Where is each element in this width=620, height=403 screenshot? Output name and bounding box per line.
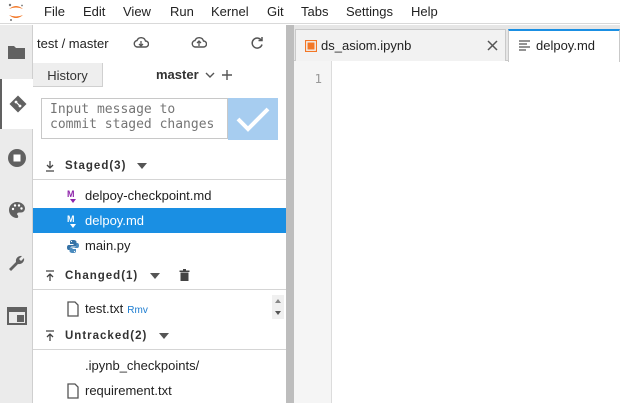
folder-name: .ipynb_checkpoints/ <box>85 358 200 373</box>
editor-content[interactable] <box>333 61 620 403</box>
trash-icon[interactable] <box>179 269 190 281</box>
file-name: requirement.txt <box>85 383 172 398</box>
menu-settings[interactable]: Settings <box>346 4 393 19</box>
file-name: test.txt Rmv <box>85 301 148 316</box>
current-branch[interactable]: master <box>156 67 199 82</box>
branch-tab[interactable]: master <box>102 63 286 87</box>
git-toolbar: test / master <box>33 25 286 61</box>
file-name: delpoy-checkpoint.md <box>85 188 212 203</box>
caret-down-icon[interactable] <box>150 273 160 279</box>
editor-area: ds_asiom.ipynb delpoy.md 1 <box>294 25 620 403</box>
untracked-folder-row[interactable]: .ipynb_checkpoints/ <box>33 353 286 378</box>
changed-file-row[interactable]: test.txt Rmv <box>33 296 286 321</box>
repository-path[interactable]: test / master <box>37 36 109 51</box>
tabs-tab[interactable] <box>0 291 33 341</box>
text-file-icon <box>519 40 530 51</box>
stop-circle-icon <box>7 149 26 167</box>
changed-section-header[interactable]: Changed(1) <box>33 264 286 290</box>
panel-splitter[interactable] <box>286 25 294 403</box>
untracked-section-header[interactable]: Untracked(2) <box>33 324 286 350</box>
scrollbar[interactable] <box>272 295 284 319</box>
chevron-down-icon[interactable] <box>205 72 215 79</box>
stage-all-icon[interactable] <box>45 270 55 282</box>
theme-tab[interactable] <box>0 185 33 235</box>
extension-tab[interactable] <box>0 238 33 288</box>
file-name: delpoy.md <box>85 213 145 228</box>
untracked-title: Untracked(2) <box>65 330 148 342</box>
stage-all-icon[interactable] <box>45 330 55 342</box>
history-tab[interactable]: History <box>33 63 102 87</box>
markdown-icon: M <box>67 214 76 228</box>
file-icon <box>67 301 79 317</box>
push-icon[interactable] <box>191 36 207 50</box>
line-gutter: 1 <box>294 61 332 403</box>
svg-text:M: M <box>67 189 75 199</box>
wrench-icon <box>8 255 24 271</box>
activity-bar <box>0 25 33 403</box>
file-icon <box>67 383 79 399</box>
commit-message-input[interactable] <box>42 99 227 138</box>
running-tab[interactable] <box>0 133 33 183</box>
python-icon <box>67 240 79 253</box>
menu-help[interactable]: Help <box>411 4 438 19</box>
window-icon <box>6 307 27 325</box>
add-branch-icon[interactable] <box>221 69 233 81</box>
unstage-all-icon[interactable] <box>45 160 55 172</box>
folder-icon <box>8 46 25 59</box>
svg-text:M: M <box>67 214 75 224</box>
checkmark-icon <box>236 107 270 132</box>
staged-section-header[interactable]: Staged(3) <box>33 154 286 180</box>
menu-file[interactable]: File <box>44 4 65 19</box>
pull-icon[interactable] <box>133 36 149 50</box>
editor-tab-bar: ds_asiom.ipynb delpoy.md <box>294 25 620 62</box>
untracked-file-row[interactable]: requirement.txt <box>33 378 286 403</box>
removed-tag: Rmv <box>127 305 148 316</box>
staged-file-row[interactable]: main.py <box>33 233 286 258</box>
scroll-arrows-icon <box>272 295 284 319</box>
menu-bar: File Edit View Run Kernel Git Tabs Setti… <box>0 0 620 24</box>
staged-file-row-selected[interactable]: M delpoy.md <box>33 208 286 233</box>
markdown-icon: M <box>67 189 76 203</box>
jupyter-logo-icon <box>8 3 23 21</box>
menu-run[interactable]: Run <box>170 4 194 19</box>
git-tab[interactable] <box>0 79 33 129</box>
menu-view[interactable]: View <box>123 4 151 19</box>
git-panel: test / master History master Input messa… <box>33 25 286 403</box>
file-name: main.py <box>85 238 131 253</box>
tab-label: delpoy.md <box>536 38 596 53</box>
tab-ds-asiom[interactable]: ds_asiom.ipynb <box>295 29 506 61</box>
close-icon[interactable] <box>487 40 498 51</box>
line-number: 1 <box>314 71 322 86</box>
file-name-text: test.txt <box>85 301 124 316</box>
tab-delpoy[interactable]: delpoy.md <box>508 29 620 62</box>
git-tabs: History master <box>33 63 286 87</box>
tab-label: ds_asiom.ipynb <box>321 38 412 53</box>
staged-title: Staged(3) <box>65 160 127 172</box>
file-browser-tab[interactable] <box>0 27 33 77</box>
menu-tabs[interactable]: Tabs <box>301 4 328 19</box>
menu-edit[interactable]: Edit <box>83 4 105 19</box>
caret-down-icon[interactable] <box>137 163 147 169</box>
refresh-icon[interactable] <box>250 36 264 50</box>
menu-kernel[interactable]: Kernel <box>211 4 249 19</box>
changed-title: Changed(1) <box>65 270 139 282</box>
commit-button[interactable] <box>228 98 278 140</box>
notebook-icon <box>305 40 317 52</box>
commit-message-box <box>41 98 228 139</box>
menu-git[interactable]: Git <box>267 4 284 19</box>
caret-down-icon[interactable] <box>159 333 169 339</box>
palette-icon <box>8 202 25 218</box>
git-icon <box>9 95 26 113</box>
staged-file-row[interactable]: M delpoy-checkpoint.md <box>33 183 286 208</box>
